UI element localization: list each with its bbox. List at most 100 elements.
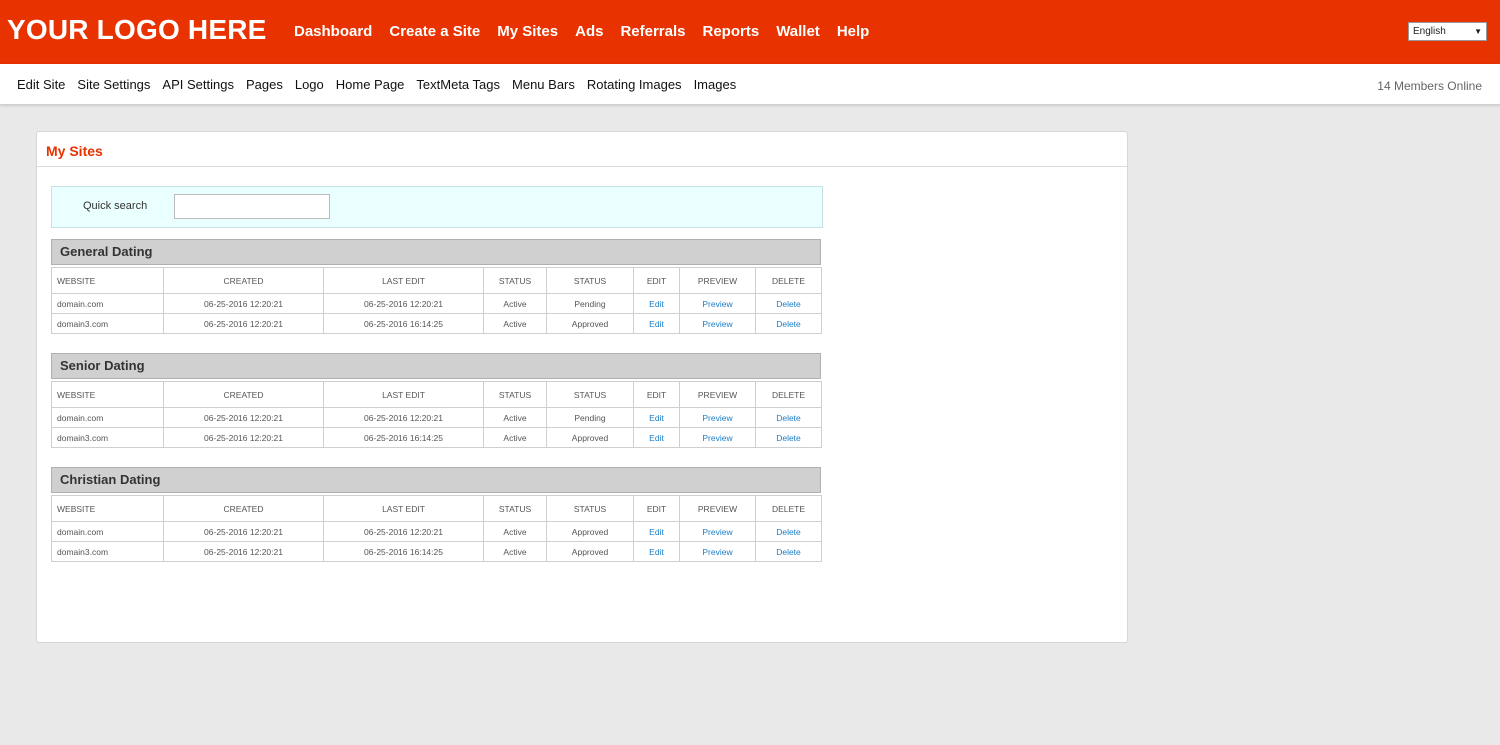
group-title: General Dating <box>51 239 821 265</box>
cell-created: 06-25-2016 12:20:21 <box>163 293 324 314</box>
delete-link[interactable]: Delete <box>755 521 822 542</box>
site-logo[interactable]: YOUR LOGO HERE <box>7 14 267 46</box>
nav-ads[interactable]: Ads <box>575 23 603 40</box>
subnav-site-settings[interactable]: Site Settings <box>77 77 150 92</box>
subnav-edit-site[interactable]: Edit Site <box>17 77 65 92</box>
edit-link[interactable]: Edit <box>633 541 680 562</box>
column-header-preview: PREVIEW <box>679 381 756 408</box>
preview-link[interactable]: Preview <box>679 541 756 562</box>
preview-link[interactable]: Preview <box>679 427 756 448</box>
cell-created: 06-25-2016 12:20:21 <box>163 407 324 428</box>
column-header-status: STATUS <box>483 267 547 294</box>
column-header-website: WEBSITE <box>51 495 164 522</box>
subnav-textmeta-tags[interactable]: TextMeta Tags <box>416 77 500 92</box>
column-header-preview: PREVIEW <box>679 495 756 522</box>
table-header-row: WEBSITE CREATED LAST EDIT STATUS STATUS EDIT P… <box>51 381 822 408</box>
column-header-delete: DELETE <box>755 381 822 408</box>
cell-status: Active <box>483 293 547 314</box>
subnav-menu-bars[interactable]: Menu Bars <box>512 77 575 92</box>
nav-referrals[interactable]: Referrals <box>620 23 685 40</box>
table-header-row: WEBSITE CREATED LAST EDIT STATUS STATUS EDIT P… <box>51 267 822 294</box>
cell-status: Active <box>483 427 547 448</box>
cell-created: 06-25-2016 12:20:21 <box>163 541 324 562</box>
cell-approval-status: Pending <box>546 407 634 428</box>
column-header-website: WEBSITE <box>51 267 164 294</box>
nav-dashboard[interactable]: Dashboard <box>294 23 372 40</box>
cell-last-edit: 06-25-2016 12:20:21 <box>323 521 484 542</box>
sites-table: WEBSITE CREATED LAST EDIT STATUS STATUS EDIT P… <box>51 267 822 334</box>
column-header-edit: EDIT <box>633 267 680 294</box>
column-header-status: STATUS <box>483 495 547 522</box>
quick-search-label: Quick search <box>83 200 148 212</box>
nav-my-sites[interactable]: My Sites <box>497 23 558 40</box>
cell-website: domain.com <box>51 407 164 428</box>
preview-link[interactable]: Preview <box>679 407 756 428</box>
preview-link[interactable]: Preview <box>679 313 756 334</box>
column-header-delete: DELETE <box>755 267 822 294</box>
subnav-api-settings[interactable]: API Settings <box>162 77 234 92</box>
table-row: domain.com 06-25-2016 12:20:21 06-25-2016 … <box>51 521 822 542</box>
cell-created: 06-25-2016 12:20:21 <box>163 427 324 448</box>
cell-approval-status: Pending <box>546 293 634 314</box>
delete-link[interactable]: Delete <box>755 293 822 314</box>
edit-link[interactable]: Edit <box>633 293 680 314</box>
column-header-website: WEBSITE <box>51 381 164 408</box>
preview-link[interactable]: Preview <box>679 521 756 542</box>
nav-reports[interactable]: Reports <box>703 23 760 40</box>
edit-link[interactable]: Edit <box>633 407 680 428</box>
cell-status: Active <box>483 407 547 428</box>
subnav-rotating-images[interactable]: Rotating Images <box>587 77 682 92</box>
group-title: Christian Dating <box>51 467 821 493</box>
language-value: English <box>1413 26 1446 37</box>
cell-approval-status: Approved <box>546 541 634 562</box>
column-header-edit: EDIT <box>633 495 680 522</box>
cell-last-edit: 06-25-2016 12:20:21 <box>323 407 484 428</box>
cell-status: Active <box>483 541 547 562</box>
quick-search-box: Quick search <box>51 186 823 228</box>
subnav-images[interactable]: Images <box>694 77 737 92</box>
edit-link[interactable]: Edit <box>633 521 680 542</box>
cell-website: domain3.com <box>51 541 164 562</box>
column-header-approval-status: STATUS <box>546 267 634 294</box>
my-sites-panel: My Sites Quick search General Dating WEBS… <box>36 131 1128 643</box>
column-header-approval-status: STATUS <box>546 381 634 408</box>
nav-wallet[interactable]: Wallet <box>776 23 820 40</box>
cell-approval-status: Approved <box>546 521 634 542</box>
edit-link[interactable]: Edit <box>633 427 680 448</box>
panel-divider <box>37 166 1127 167</box>
sub-nav-bar: Edit Site Site Settings API Settings Pag… <box>0 64 1500 105</box>
table-row: domain.com 06-25-2016 12:20:21 06-25-2016 … <box>51 407 822 428</box>
members-online: 14 Members Online <box>1377 79 1482 93</box>
nav-create-site[interactable]: Create a Site <box>389 23 480 40</box>
subnav-logo[interactable]: Logo <box>295 77 324 92</box>
delete-link[interactable]: Delete <box>755 407 822 428</box>
nav-help[interactable]: Help <box>837 23 870 40</box>
page-title: My Sites <box>46 143 103 159</box>
column-header-created: CREATED <box>163 495 324 522</box>
column-header-last-edit: LAST EDIT <box>323 495 484 522</box>
cell-approval-status: Approved <box>546 427 634 448</box>
delete-link[interactable]: Delete <box>755 313 822 334</box>
language-select[interactable]: English ▼ <box>1408 22 1487 41</box>
column-header-edit: EDIT <box>633 381 680 408</box>
preview-link[interactable]: Preview <box>679 293 756 314</box>
quick-search-input[interactable] <box>174 194 330 219</box>
subnav-pages[interactable]: Pages <box>246 77 283 92</box>
subnav-home-page[interactable]: Home Page <box>336 77 405 92</box>
sites-table: WEBSITE CREATED LAST EDIT STATUS STATUS EDIT P… <box>51 495 822 562</box>
cell-created: 06-25-2016 12:20:21 <box>163 521 324 542</box>
cell-last-edit: 06-25-2016 16:14:25 <box>323 541 484 562</box>
column-header-delete: DELETE <box>755 495 822 522</box>
edit-link[interactable]: Edit <box>633 313 680 334</box>
table-row: domain3.com 06-25-2016 12:20:21 06-25-2016… <box>51 313 822 334</box>
site-group: Christian Dating WEBSITE CREATED LAST EDIT S… <box>51 467 822 562</box>
table-header-row: WEBSITE CREATED LAST EDIT STATUS STATUS EDIT P… <box>51 495 822 522</box>
cell-last-edit: 06-25-2016 16:14:25 <box>323 313 484 334</box>
chevron-down-icon: ▼ <box>1474 27 1482 36</box>
cell-website: domain.com <box>51 521 164 542</box>
column-header-last-edit: LAST EDIT <box>323 381 484 408</box>
delete-link[interactable]: Delete <box>755 541 822 562</box>
delete-link[interactable]: Delete <box>755 427 822 448</box>
column-header-approval-status: STATUS <box>546 495 634 522</box>
table-row: domain.com 06-25-2016 12:20:21 06-25-2016 … <box>51 293 822 314</box>
